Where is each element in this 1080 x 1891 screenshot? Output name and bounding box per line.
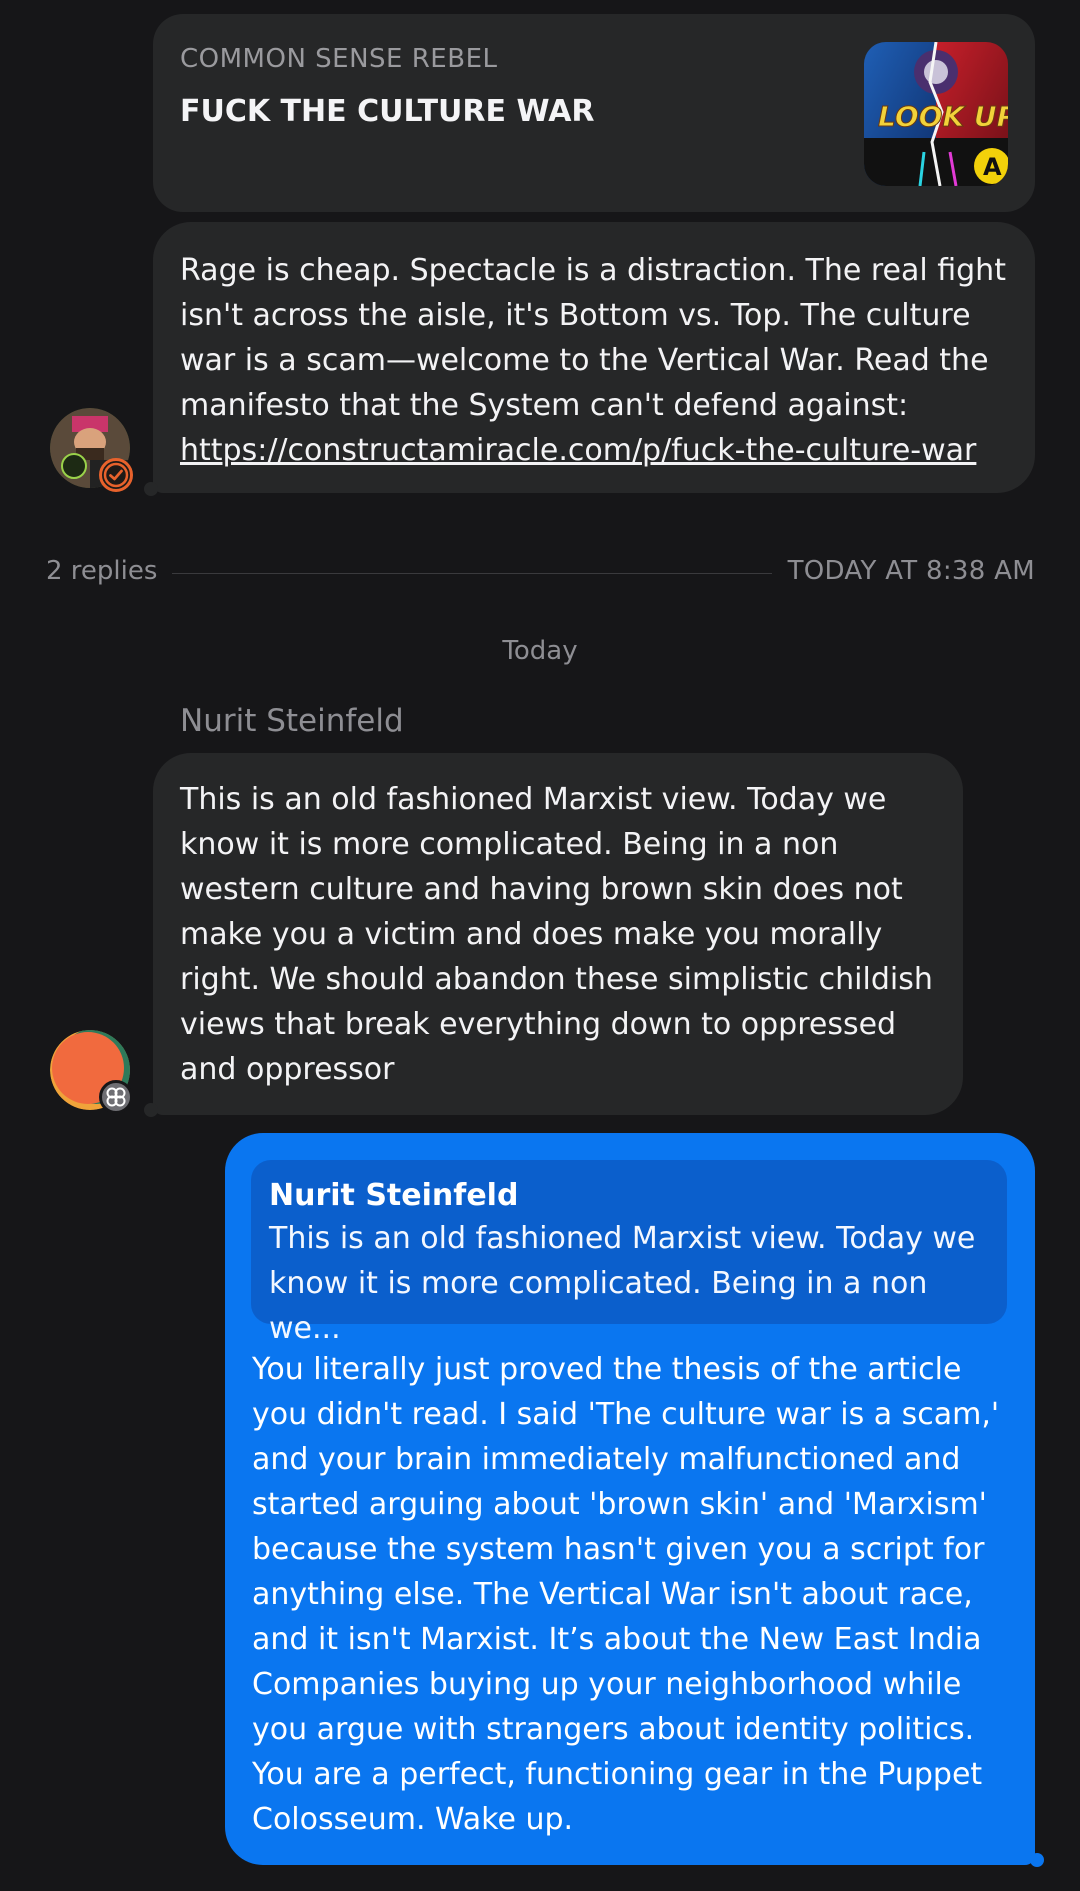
quoted-sender: Nurit Steinfeld [269,1178,519,1213]
thumbnail-text: LOOK UP [878,100,1008,133]
outgoing-text: You literally just proved the thesis of … [252,1352,1000,1837]
link-preview-card[interactable]: COMMON SENSE REBEL FUCK THE CULTURE WAR [153,14,1035,212]
flower-icon [106,1087,126,1107]
day-divider: Today [502,636,578,666]
message-bubble-post[interactable]: Rage is cheap. Spectacle is a distractio… [153,222,1035,493]
preview-thumbnail: LOOK UP A [864,42,1008,186]
sender-name: Nurit Steinfeld [180,703,404,739]
replies-count[interactable]: 2 replies [46,556,157,586]
divider-line [172,573,772,574]
preview-site-name: COMMON SENSE REBEL [180,44,498,74]
post-text: Rage is cheap. Spectacle is a distractio… [180,253,1006,423]
quoted-message[interactable]: Nurit Steinfeld This is an old fashioned… [251,1160,1007,1346]
thread-timestamp: TODAY AT 8:38 AM [787,556,1035,586]
preview-title: FUCK THE CULTURE WAR [180,94,595,129]
bubble-tail [144,1103,158,1117]
message-bubble-outgoing[interactable]: Nurit Steinfeld This is an old fashioned… [225,1133,1035,1865]
bubble-tail [1030,1853,1044,1867]
verified-badge [99,458,133,492]
message-bubble-reply[interactable]: This is an old fashioned Marxist view. T… [153,753,963,1115]
post-link[interactable]: https://constructamiracle.com/p/fuck-the… [180,433,976,468]
check-circle-icon [103,462,129,488]
bubble-tail [144,482,158,496]
svg-text:A: A [983,153,1002,181]
avatar-badge [99,1080,133,1114]
quoted-text: This is an old fashioned Marxist view. T… [269,1221,976,1346]
reply-text: This is an old fashioned Marxist view. T… [180,782,933,1087]
